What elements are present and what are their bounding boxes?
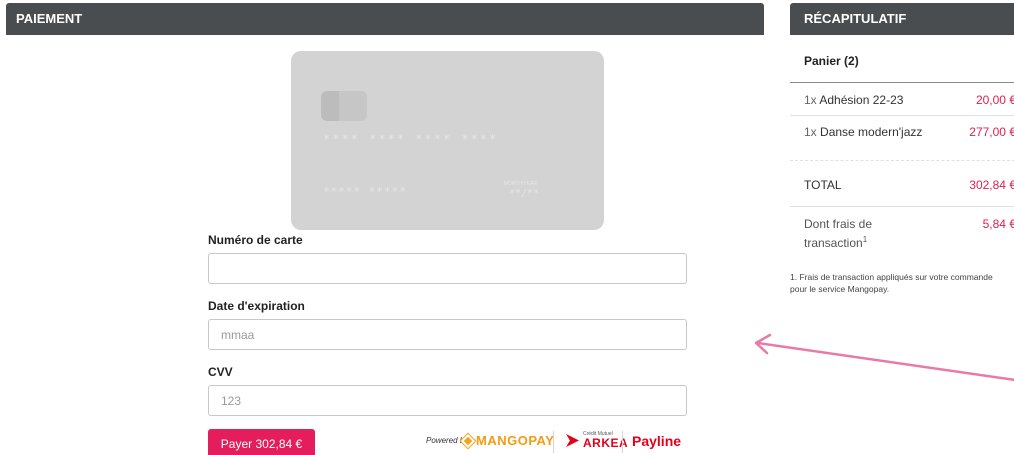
mangopay-logo-text: MANGOPAY (476, 433, 555, 448)
cart-item-price: 20,00 € (975, 93, 1014, 107)
expiry-label: Date d'expiration (208, 299, 305, 313)
logo-divider (553, 431, 554, 453)
card-preview-expiry: **/** (509, 188, 540, 199)
fees-label: Dont frais de transaction (804, 217, 873, 250)
cart-item-qty: 1x (804, 125, 817, 139)
arkea-mark-icon (566, 434, 579, 447)
cvv-input[interactable] (208, 385, 687, 416)
total-row: TOTAL 302,84 € (804, 178, 1014, 192)
cart-item-name: Adhésion 22-23 (819, 93, 904, 107)
card-preview: **** **** **** **** ***** ***** MONTH/YE… (291, 51, 604, 230)
annotation-arrow-icon (754, 333, 1014, 382)
cart-title: Panier (2) (804, 54, 859, 68)
summary-header: RÉCAPITULATIF (790, 3, 1014, 35)
mangopay-diamond-icon (460, 433, 476, 448)
cart-item: 1x Adhésion 22-23 20,00 € (804, 93, 1014, 107)
payline-logo: Payline (632, 433, 682, 449)
cart-item-price: 277,00 € (969, 125, 1014, 139)
payment-header: PAIEMENT (6, 3, 764, 35)
expiry-input[interactable] (208, 319, 687, 350)
cart-item-qty: 1x (804, 93, 817, 107)
divider (790, 206, 1014, 207)
divider (790, 160, 1014, 161)
card-preview-holder: ***** ***** (323, 185, 407, 198)
fees-footnote: 1. Frais de transaction appliqués sur vo… (790, 272, 993, 294)
total-label: TOTAL (804, 178, 842, 192)
card-number-input[interactable] (208, 253, 687, 284)
pay-button[interactable]: Payer 302,84 € (208, 429, 315, 455)
logo-divider (622, 431, 623, 453)
mangopay-logo: MANGOPAY (460, 433, 555, 448)
card-preview-number: **** **** **** **** (323, 132, 499, 146)
divider (790, 115, 1014, 116)
cvv-label: CVV (208, 365, 233, 379)
fees-footnote-ref: 1 (862, 235, 868, 244)
arkea-logo: Crédit Mutuel ARKEA (566, 432, 628, 449)
total-value: 302,84 € (969, 178, 1014, 192)
card-preview-valid-label: MONTH/YEAR (503, 181, 537, 187)
fees-row: Dont frais de transaction1 5,84 € (804, 217, 1014, 251)
divider (790, 82, 1014, 83)
card-number-label: Numéro de carte (208, 233, 303, 247)
fees-value: 5,84 € (982, 217, 1014, 231)
cart-item-name: Danse modern'jazz (820, 125, 923, 139)
card-chip-icon (321, 91, 367, 121)
cart-item: 1x Danse modern'jazz 277,00 € (804, 125, 1014, 139)
